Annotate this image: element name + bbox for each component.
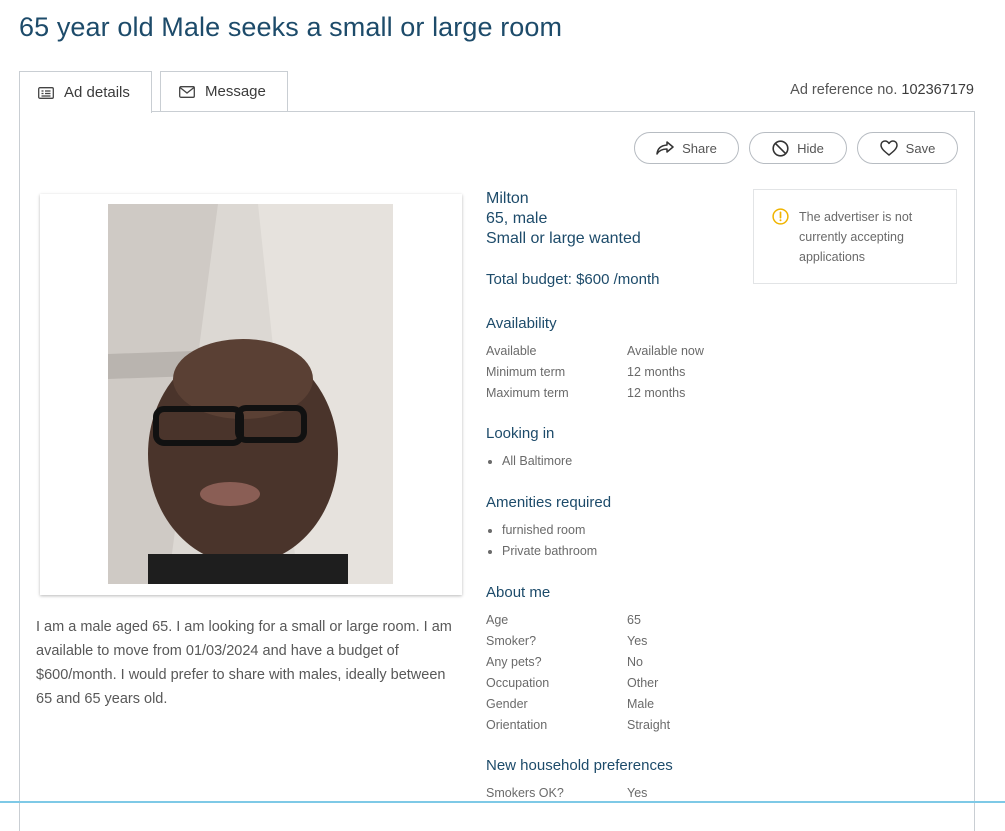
share-label: Share: [682, 140, 717, 156]
listing-icon: [38, 86, 54, 99]
page-title: 65 year old Male seeks a small or large …: [19, 12, 563, 42]
row-label: Any pets?: [486, 655, 542, 669]
ad-description: I am a male aged 65. I am looking for a …: [36, 619, 452, 707]
about-row: Gender Male: [486, 694, 786, 715]
list-item: furnished room: [486, 520, 597, 541]
share-icon: [656, 141, 674, 155]
save-label: Save: [905, 140, 936, 156]
row-value: 12 months: [627, 365, 686, 379]
row-label: Minimum term: [486, 365, 566, 379]
availability-row: Available Available now: [486, 341, 786, 362]
tab-message-label: Message: [205, 83, 266, 100]
availability-heading: Availability: [486, 315, 557, 332]
row-label: Smoker?: [486, 634, 537, 648]
ad-reference: Ad reference no. 102367179: [790, 82, 974, 98]
hide-label: Hide: [797, 140, 824, 156]
amenities-list: furnished room Private bathroom: [486, 520, 597, 562]
looking-in-list: All Baltimore: [486, 451, 572, 472]
notice-text: The advertiser is not currently acceptin…: [799, 210, 913, 264]
tab-ad-details[interactable]: Ad details: [19, 71, 152, 113]
photo-card: [40, 194, 462, 595]
row-value: 65: [627, 613, 641, 627]
row-value: 12 months: [627, 386, 686, 400]
row-label: Orientation: [486, 718, 548, 732]
ad-reference-number: 102367179: [901, 82, 974, 98]
row-value: No: [627, 655, 643, 669]
tab-ad-details-label: Ad details: [64, 84, 130, 101]
about-row: Age 65: [486, 610, 786, 631]
envelope-icon: [179, 85, 195, 98]
row-value: Yes: [627, 634, 648, 648]
room-wanted: Small or large wanted: [486, 230, 641, 247]
row-label: Age: [486, 613, 509, 627]
save-button[interactable]: Save: [857, 132, 958, 164]
block-icon: [772, 139, 789, 157]
looking-in-heading: Looking in: [486, 425, 555, 442]
about-me-heading: About me: [486, 584, 551, 601]
alert-circle-icon: [772, 208, 789, 230]
availability-list: Available Available now Minimum term 12 mo…: [486, 341, 786, 404]
row-value: Straight: [627, 718, 671, 732]
heart-icon: [879, 140, 898, 156]
list-item: Private bathroom: [486, 541, 597, 562]
about-row: Occupation Other: [486, 673, 786, 694]
advertiser-name: Milton: [486, 190, 529, 207]
about-row: Orientation Straight: [486, 715, 786, 736]
row-label: Available: [486, 344, 537, 358]
total-budget: Total budget: $600 /month: [486, 271, 660, 288]
list-item: All Baltimore: [486, 451, 572, 472]
row-value: Male: [627, 697, 655, 711]
about-row: Smoker? Yes: [486, 631, 786, 652]
row-value: Other: [627, 676, 659, 690]
about-me-list: Age 65 Smoker? Yes Any pets? No Occupation O…: [486, 610, 786, 736]
amenities-heading: Amenities required: [486, 494, 612, 511]
availability-row: Maximum term 12 months: [486, 383, 786, 404]
about-row: Any pets? No: [486, 652, 786, 673]
row-label: Occupation: [486, 676, 550, 690]
bottom-accent-line: [0, 801, 1005, 803]
row-label: Gender: [486, 697, 528, 711]
row-value: Available now: [627, 344, 704, 358]
availability-row: Minimum term 12 months: [486, 362, 786, 383]
age-gender: 65, male: [486, 210, 548, 227]
profile-photo[interactable]: [108, 204, 393, 584]
applications-closed-notice: The advertiser is not currently acceptin…: [753, 189, 957, 284]
household-prefs-heading: New household preferences: [486, 757, 673, 774]
tab-message[interactable]: Message: [160, 71, 288, 111]
share-button[interactable]: Share: [634, 132, 739, 164]
hide-button[interactable]: Hide: [749, 132, 847, 164]
row-label: Maximum term: [486, 386, 569, 400]
ad-reference-label: Ad reference no.: [790, 82, 898, 98]
summary-block: Milton 65, male Small or large wanted: [486, 189, 786, 249]
